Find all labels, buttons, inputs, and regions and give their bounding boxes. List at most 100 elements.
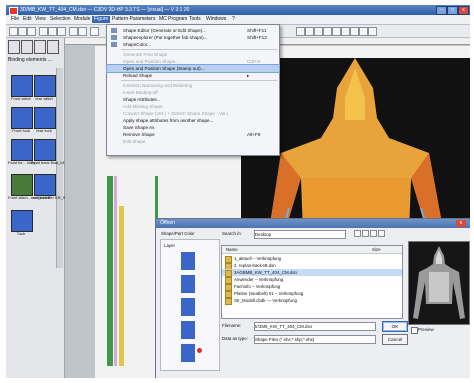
thumb-front-stitch-unified[interactable] (11, 174, 33, 196)
thumb-float-inlay[interactable] (11, 139, 33, 161)
file-name: Platine (Seatbelt) 01 – Verknüpfung (234, 291, 304, 296)
panel-scrollbar[interactable] (56, 68, 63, 268)
shape-tool-icon[interactable] (359, 27, 368, 36)
menu-pattern-parameters[interactable]: Pattern Parameters (110, 16, 157, 23)
cancel-button[interactable]: Cancel (382, 334, 408, 345)
file-name: Fachinfo – Verknüpfung (234, 284, 281, 289)
menu-figure[interactable]: Figure (92, 16, 111, 23)
file-row[interactable]: Anwender – Verknüpfung (222, 276, 402, 284)
layer-label: Layer (164, 243, 175, 248)
thumb-front-tuck[interactable] (11, 107, 33, 129)
menu-item-reload-shape[interactable]: Reload Shape ▸ (107, 72, 279, 79)
menu-item-edit-shape: Edit Shape (107, 138, 279, 145)
menu-module[interactable]: Module (72, 16, 92, 23)
filename-input[interactable]: tr/3M9_KW_TT_404_CM.dsn (254, 322, 376, 331)
menu-windows[interactable]: Windows (204, 16, 228, 23)
shape-editor-icon (111, 28, 117, 33)
ok-button[interactable]: OK (382, 321, 408, 332)
menu-item-shapeexplorer[interactable]: Shapeexplorer (Put together fab shape)..… (107, 34, 279, 41)
menu-item-label: Shape Attributes... (123, 97, 161, 102)
search-in-combo[interactable]: Desktop (254, 230, 346, 239)
new-folder-icon[interactable] (370, 230, 377, 237)
menu-selection[interactable]: Selection (48, 16, 73, 23)
file-name: Anwender – Verknüpfung (234, 277, 284, 282)
pen-tool-icon[interactable] (305, 27, 314, 36)
copy-icon[interactable] (48, 27, 57, 36)
file-row[interactable]: Platine (Seatbelt) 01 – Verknüpfung (222, 290, 402, 298)
menu-mc-program[interactable]: MC Program (157, 16, 189, 23)
thumb-float-back[interactable] (34, 139, 56, 161)
thumb-rear-tuck[interactable] (34, 107, 56, 129)
redo-icon[interactable] (78, 27, 87, 36)
file-row[interactable]: 1_aktuell – Verknüpfung (222, 255, 402, 263)
up-folder-icon[interactable] (362, 230, 369, 237)
view-menu-icon[interactable] (378, 230, 385, 237)
new-file-icon[interactable] (9, 27, 18, 36)
menu-view[interactable]: View (33, 16, 48, 23)
menu-edit[interactable]: Edit (21, 16, 34, 23)
menu-item-shapecolor[interactable]: ShapeColor... (107, 41, 279, 48)
layer-thumb-2[interactable] (181, 275, 195, 293)
zoom-icon[interactable] (90, 27, 99, 36)
column-size[interactable]: Size (372, 246, 381, 253)
thumb-tuck[interactable] (11, 210, 33, 232)
menu-item-shape-attributes[interactable]: Shape Attributes... (107, 96, 279, 103)
thumb-rear-transfer[interactable] (34, 174, 56, 196)
layer-preview-strip: Layer (160, 239, 220, 371)
search-in-value: Desktop (255, 232, 272, 237)
color-tool-icon[interactable] (350, 27, 359, 36)
cut-icon[interactable] (39, 27, 48, 36)
menu-item-open-position-stamp[interactable]: Open and Position Shape (Stamp out)... (106, 64, 280, 73)
menu-separator (121, 49, 277, 50)
preview-checkbox[interactable] (411, 327, 418, 334)
menu-item-shape-editor[interactable]: Shape Editor (Generate or Edit Shape)...… (107, 27, 279, 34)
shapeexplorer-icon (111, 35, 117, 40)
dialog-title: Öffnen (160, 220, 175, 226)
file-row-selected[interactable]: 3AGBMB_KW_TT_404_CM.dsn (222, 269, 402, 277)
menu-item-remove-shape[interactable]: Remove Shape Alt+F8 (107, 131, 279, 138)
stitch-column-pink (114, 176, 117, 366)
save-icon[interactable] (27, 27, 36, 36)
close-button[interactable]: x (458, 6, 469, 15)
menu-file[interactable]: File (9, 16, 21, 23)
view-tool-icon[interactable] (368, 27, 377, 36)
menu-tools[interactable]: Tools (187, 16, 203, 23)
swatch-4[interactable] (47, 40, 59, 54)
maximize-button[interactable]: □ (447, 6, 458, 15)
minimize-button[interactable]: – (436, 6, 447, 15)
layer-thumb-4[interactable] (181, 321, 195, 339)
preview-body (429, 272, 449, 302)
select-tool-icon[interactable] (296, 27, 305, 36)
back-icon[interactable] (354, 230, 361, 237)
swatch-2[interactable] (21, 40, 33, 54)
layer-thumb-5[interactable] (181, 344, 195, 362)
menu-item-save-shape-as[interactable]: Save Shape As (107, 124, 279, 131)
thumb-rear-stitch[interactable] (34, 75, 56, 97)
menu-item-label: Generate Free Shape (123, 52, 168, 57)
dialog-close-button[interactable]: x (456, 220, 466, 227)
column-name[interactable]: Name (226, 246, 238, 253)
swatch-1[interactable] (8, 40, 20, 54)
paste-icon[interactable] (57, 27, 66, 36)
filetype-select[interactable]: Shape Files (*.shx;*.shp;*.shx) (254, 335, 376, 344)
submenu-arrow-icon: ▸ (247, 73, 250, 78)
rect-tool-icon[interactable] (332, 27, 341, 36)
grid-tool-icon[interactable] (341, 27, 350, 36)
layer-thumb-3[interactable] (181, 298, 195, 316)
open-file-icon[interactable] (18, 27, 27, 36)
file-row[interactable]: Fachinfo – Verknüpfung (222, 283, 402, 291)
swatch-3[interactable] (34, 40, 46, 54)
thumb-front-stitch[interactable] (11, 75, 33, 97)
menu-item-apply-attributes[interactable]: Apply shape attributes from another shap… (107, 117, 279, 124)
binding-elements-panel: Binding elements ... Front stitch rear s… (6, 38, 71, 378)
file-row[interactable]: 2. replan-back-IB.dsn (222, 262, 402, 270)
line-tool-icon[interactable] (323, 27, 332, 36)
fill-tool-icon[interactable] (314, 27, 323, 36)
undo-icon[interactable] (69, 27, 78, 36)
file-row[interactable]: Str_Modell.cbdk — Verknüpfung (222, 297, 402, 305)
menu-help[interactable]: ? (230, 16, 237, 23)
filename-value: tr/3M9_KW_TT_404_CM.dsn (255, 324, 313, 329)
layer-thumb-1[interactable] (181, 252, 195, 270)
menu-item-label: Edit Shape (123, 139, 146, 144)
shape-part-color-label: Shape/Part Color (161, 231, 195, 236)
